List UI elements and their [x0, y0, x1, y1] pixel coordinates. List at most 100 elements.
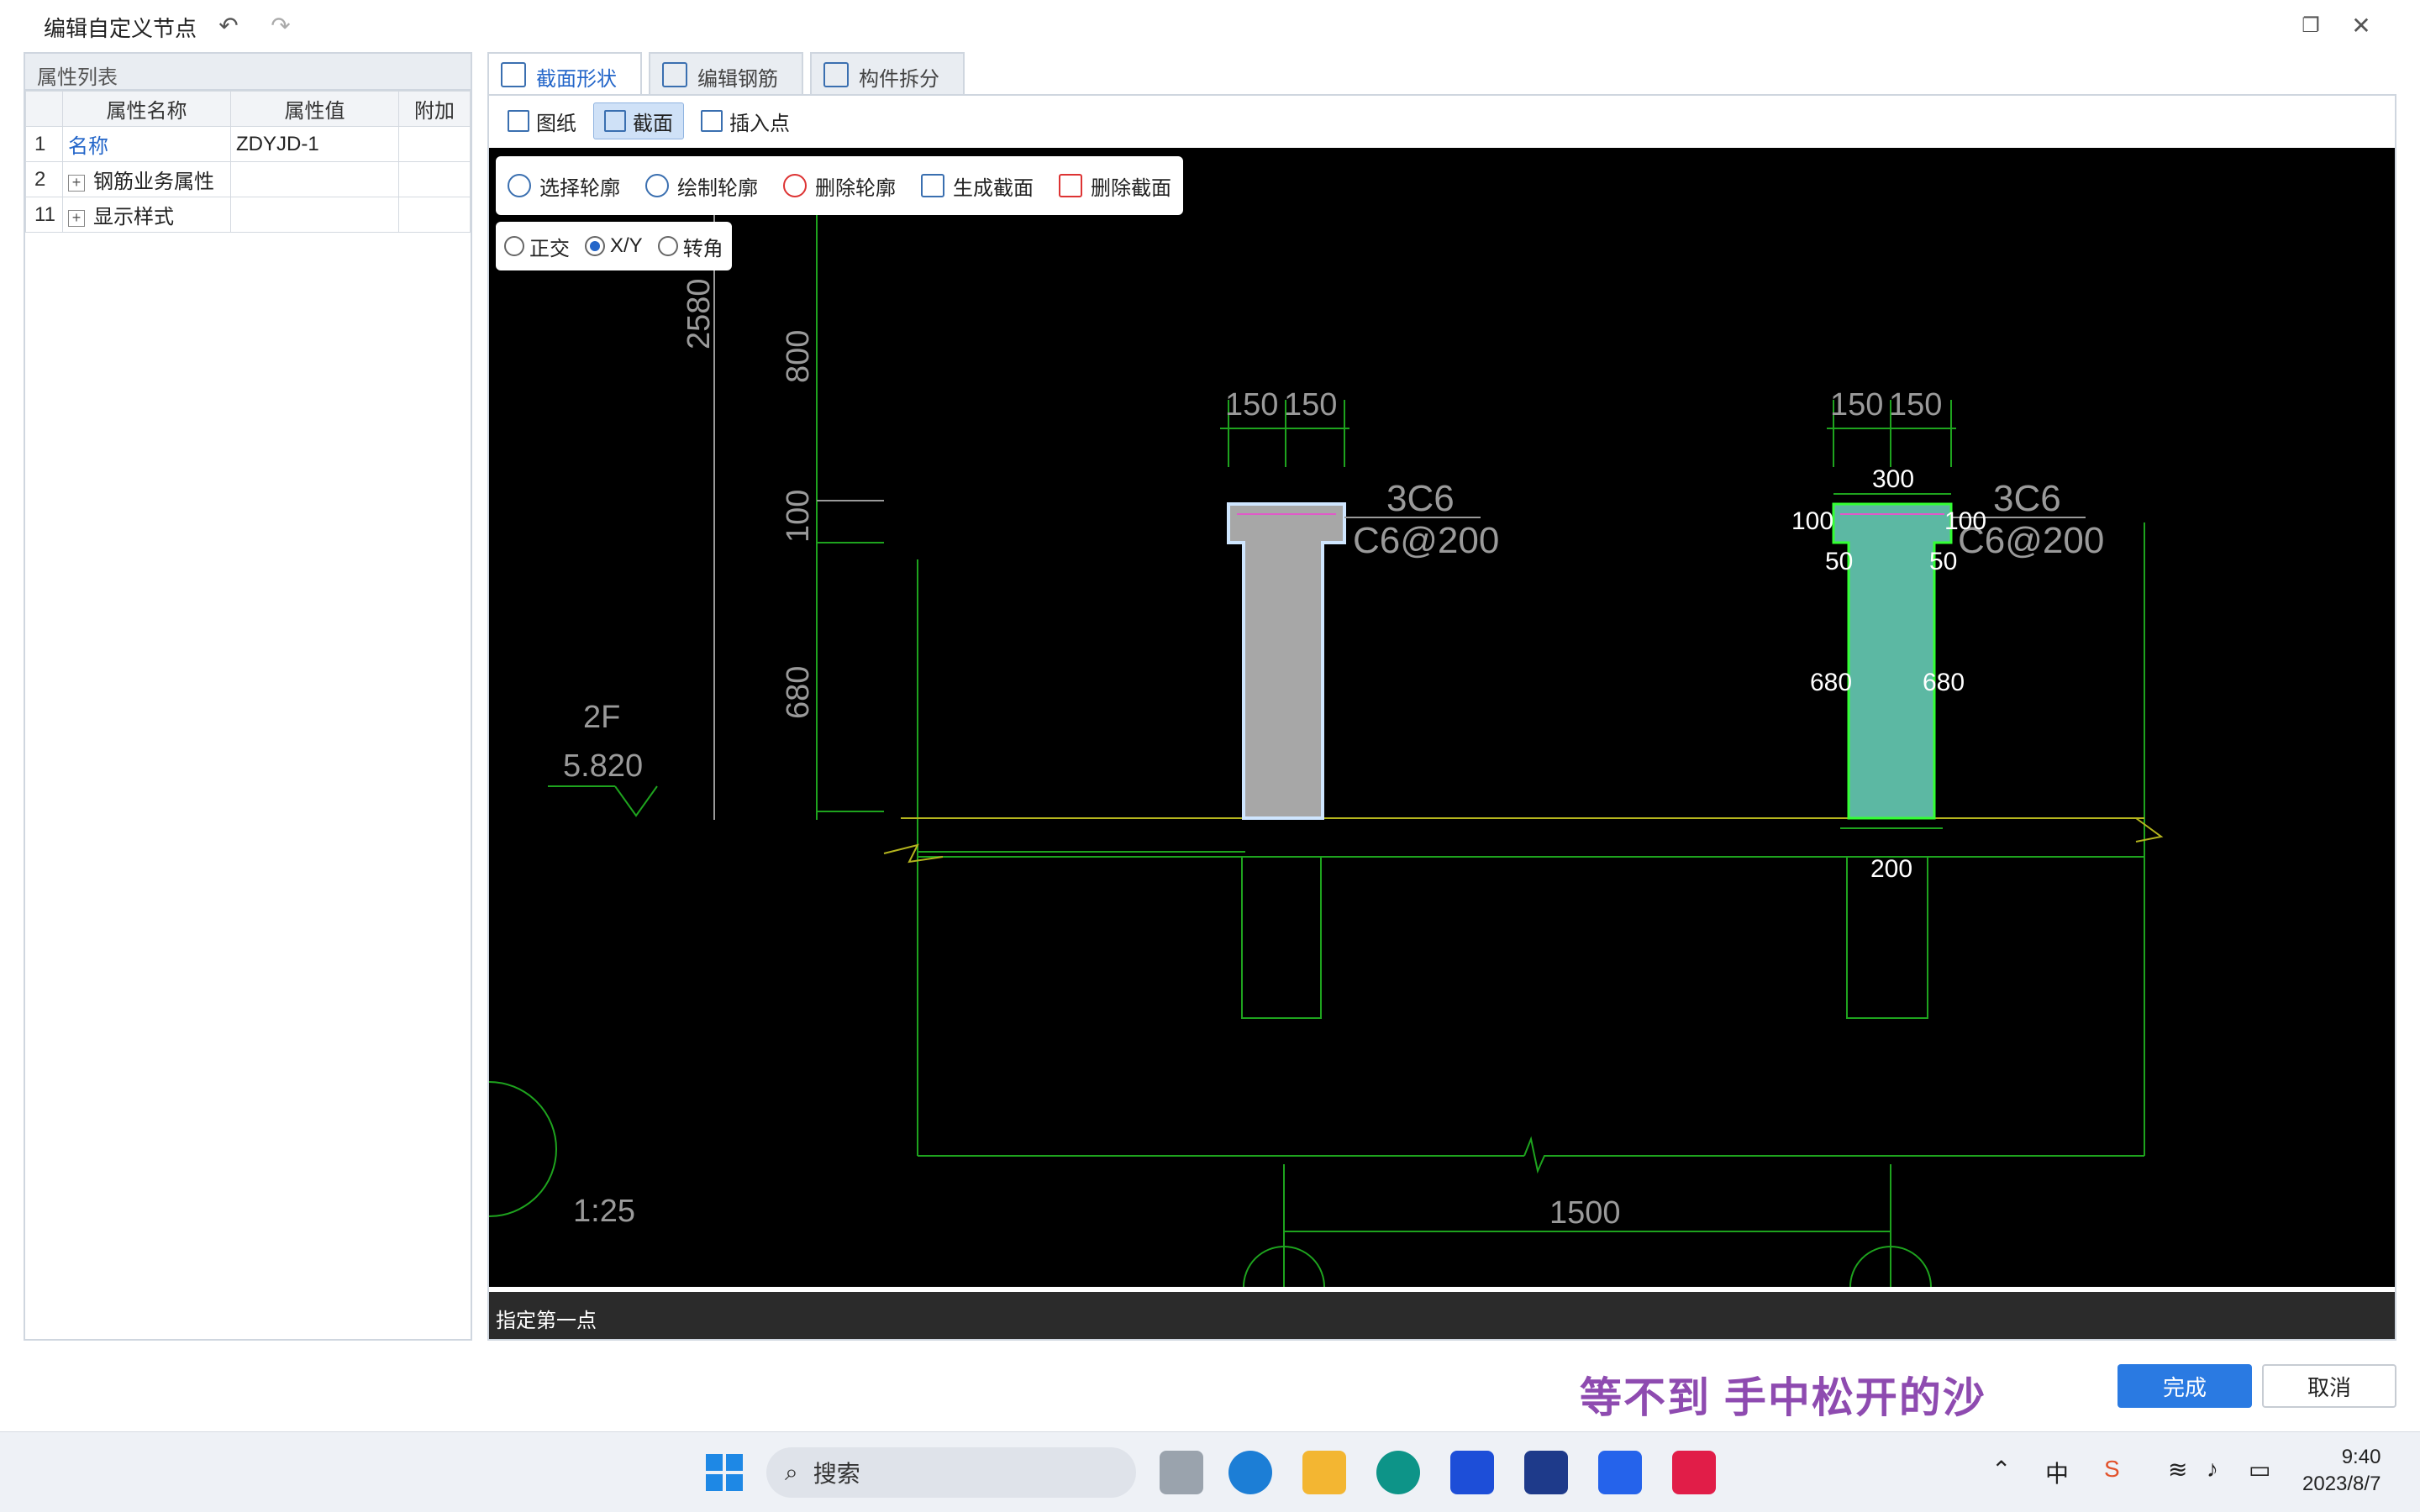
lyric-overlay: 等不到 手中松开的沙	[1580, 1374, 1986, 1421]
draw-contour-icon	[645, 174, 669, 197]
column-header-extra: 附加	[398, 91, 471, 127]
edge-browser-icon[interactable]	[1228, 1451, 1272, 1494]
property-panel-header: 属性列表	[25, 54, 471, 91]
battery-icon[interactable]: ▭	[2249, 1456, 2270, 1483]
property-extra[interactable]	[398, 197, 471, 233]
finish-button[interactable]: 完成	[2118, 1364, 2252, 1408]
t-app-icon[interactable]	[1598, 1451, 1642, 1494]
task-view-icon[interactable]	[1160, 1451, 1203, 1494]
slab-lines	[883, 817, 2164, 864]
dim-150-b1: 150	[1830, 387, 1883, 423]
expand-icon[interactable]: +	[68, 174, 85, 192]
dim-right-step: 50	[1929, 548, 1957, 575]
expand-icon[interactable]: +	[68, 209, 85, 227]
snap-angle-label: 转角	[682, 237, 723, 260]
level-value: 5.820	[563, 748, 643, 784]
search-icon: ⌕	[785, 1458, 798, 1485]
drawing-canvas[interactable]: 2580 800 100 680 2F 5.820 1:25 1500 150 …	[489, 148, 2395, 1287]
snipping-tool-icon[interactable]	[1672, 1451, 1716, 1494]
tab-section-shape[interactable]: 截面形状	[487, 52, 642, 96]
property-value[interactable]	[230, 197, 399, 233]
scale-label: 1:25	[573, 1194, 635, 1229]
select-contour-button[interactable]: 选择轮廓	[508, 171, 620, 201]
property-extra[interactable]	[398, 126, 471, 162]
dim-left-step: 50	[1825, 548, 1853, 575]
select-contour-label: 选择轮廓	[539, 176, 620, 200]
cancel-button[interactable]: 取消	[2262, 1364, 2396, 1408]
wifi-icon[interactable]: ≋	[2168, 1456, 2187, 1483]
restore-icon[interactable]: ❐	[2294, 8, 2328, 42]
dim-left-flange: 100	[1791, 507, 1833, 535]
delete-contour-icon	[783, 174, 807, 197]
section-button[interactable]: 截面	[593, 102, 684, 139]
tray-overflow-icon[interactable]: ⌃	[1991, 1456, 2011, 1483]
section-icon	[604, 110, 626, 132]
table-row[interactable]: 2 + 钢筋业务属性	[25, 161, 471, 197]
insert-point-button[interactable]: 插入点	[691, 102, 800, 139]
table-row[interactable]: 1 名称 ZDYJD-1	[25, 126, 471, 162]
snap-xy-radio[interactable]: X/Y	[585, 234, 643, 258]
rebar-label-b1: 3C6	[1993, 478, 2061, 519]
delete-section-label: 删除截面	[1091, 176, 1171, 200]
section-shape-icon	[501, 62, 526, 87]
ime-indicator[interactable]: 中	[2045, 1456, 2069, 1489]
tab-component-split[interactable]: 构件拆分	[810, 52, 965, 94]
title-bar: 编辑自定义节点 ↶ ↷ ❐ ✕	[0, 0, 2420, 49]
draw-contour-button[interactable]: 绘制轮廓	[645, 171, 758, 201]
property-table-header: 属性名称 属性值 附加	[25, 91, 471, 127]
property-name[interactable]: + 钢筋业务属性	[62, 161, 231, 197]
level-label: 2F	[583, 700, 620, 735]
table-row[interactable]: 11 + 显示样式	[25, 197, 471, 233]
radio-indicator	[657, 236, 678, 256]
drawing-button[interactable]: 图纸	[497, 102, 587, 139]
work-area: 图纸 截面 插入点 2580 800 100 680 2F 5.820 1:25…	[487, 94, 2396, 1341]
dim-top-300: 300	[1872, 465, 1914, 493]
delete-section-button[interactable]: 删除截面	[1059, 171, 1171, 201]
radio-indicator	[504, 236, 524, 256]
rebar-label-a1: 3C6	[1386, 478, 1455, 519]
draw-contour-label: 绘制轮廓	[677, 176, 758, 200]
property-name[interactable]: 名称	[62, 126, 231, 162]
file-explorer-icon[interactable]	[1302, 1451, 1346, 1494]
section-b[interactable]: 150 150 3C6 C6@200 300 100 100 50 50 680…	[1791, 387, 2104, 883]
property-extra[interactable]	[398, 161, 471, 197]
rebar-icon	[662, 62, 687, 87]
property-name[interactable]: + 显示样式	[62, 197, 231, 233]
clock-date: 2023/8/7	[2302, 1473, 2381, 1495]
snap-angle-radio[interactable]: 转角	[657, 232, 723, 261]
drawing-icon	[508, 110, 529, 132]
delete-contour-button[interactable]: 删除轮廓	[783, 171, 896, 201]
taskbar-search[interactable]: ⌕ 搜索	[766, 1447, 1136, 1498]
start-icon[interactable]	[702, 1451, 746, 1494]
dim-bottom-span: 1500	[1549, 1195, 1621, 1231]
tab-edit-rebar[interactable]: 编辑钢筋	[649, 52, 803, 94]
app-l-icon[interactable]	[1450, 1451, 1494, 1494]
section-a[interactable]: 150 150 3C6 C6@200	[1220, 387, 1499, 820]
generate-section-label: 生成截面	[953, 176, 1034, 200]
clock[interactable]: 9:40 2023/8/7	[2302, 1444, 2381, 1498]
property-value[interactable]	[230, 161, 399, 197]
dim-2580: 2580	[681, 278, 717, 349]
edge-dev-icon[interactable]	[1376, 1451, 1420, 1494]
volume-icon[interactable]: ♪	[2207, 1456, 2218, 1483]
tab-label: 编辑钢筋	[697, 68, 778, 91]
dim-150-b2: 150	[1889, 387, 1942, 423]
dim-bottom-200: 200	[1870, 855, 1912, 883]
property-name-label: 钢筋业务属性	[93, 171, 214, 193]
sogou-ime-icon[interactable]: S	[2104, 1456, 2120, 1483]
redo-icon[interactable]: ↷	[264, 8, 297, 42]
dim-right-height: 680	[1923, 669, 1965, 696]
undo-icon[interactable]: ↶	[212, 8, 245, 42]
dim-680: 680	[781, 666, 816, 719]
cad-app-icon[interactable]	[1524, 1451, 1568, 1494]
row-index: 11	[25, 197, 63, 233]
property-value[interactable]: ZDYJD-1	[230, 126, 399, 162]
clock-time: 9:40	[2341, 1446, 2381, 1468]
snap-orthogonal-radio[interactable]: 正交	[504, 232, 570, 261]
generate-section-button[interactable]: 生成截面	[921, 171, 1034, 201]
generate-section-icon	[921, 174, 944, 197]
tab-label: 截面形状	[536, 68, 617, 91]
close-icon[interactable]: ✕	[2344, 8, 2378, 42]
snap-xy-label: X/Y	[610, 234, 643, 257]
dim-800: 800	[781, 330, 816, 383]
